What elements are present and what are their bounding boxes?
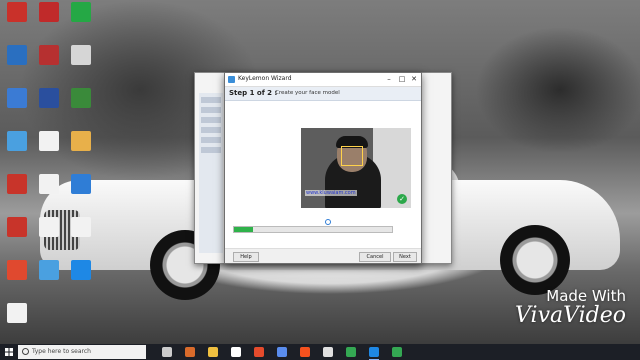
window-title: KeyLemon Wizard xyxy=(238,75,292,82)
desktop-icon[interactable] xyxy=(2,174,32,195)
taskbar-app-icon[interactable] xyxy=(185,347,195,357)
checkmark-icon: ✓ xyxy=(397,194,407,204)
desktop-icon[interactable] xyxy=(2,260,32,281)
desktop-app-icon xyxy=(71,2,91,22)
desktop-app-icon xyxy=(39,217,59,237)
desktop-app-icon xyxy=(71,131,91,151)
maximize-icon[interactable]: □ xyxy=(396,74,408,85)
step-instruction: Create your face model xyxy=(275,90,340,96)
taskbar-app-icon[interactable] xyxy=(323,347,333,357)
progress-row xyxy=(233,226,413,233)
desktop: KeyLemon Wizard – □ ✕ Step 1 of 2 : Crea… xyxy=(0,0,640,344)
help-button[interactable]: Help xyxy=(233,252,259,262)
desktop-app-icon xyxy=(7,131,27,151)
start-button[interactable] xyxy=(0,344,18,360)
desktop-icon[interactable] xyxy=(34,88,64,109)
desktop-app-icon xyxy=(39,2,59,22)
watermark-made-with: Made With xyxy=(546,287,626,305)
next-button[interactable]: Next xyxy=(393,252,417,262)
wallpaper-car-wheel xyxy=(500,225,570,295)
desktop-app-icon xyxy=(39,260,59,280)
desktop-app-icon xyxy=(71,174,91,194)
desktop-icon[interactable] xyxy=(34,2,64,23)
desktop-app-icon xyxy=(39,131,59,151)
minimize-icon[interactable]: – xyxy=(383,74,395,85)
windows-logo-icon xyxy=(5,348,13,356)
taskbar-app-icon[interactable] xyxy=(208,347,218,357)
search-input[interactable]: Type here to search xyxy=(18,345,146,359)
cancel-button[interactable]: Cancel xyxy=(359,252,391,262)
desktop-icon[interactable] xyxy=(34,174,64,195)
search-placeholder: Type here to search xyxy=(32,348,91,355)
desktop-app-icon xyxy=(7,174,27,194)
close-icon[interactable]: ✕ xyxy=(408,74,420,85)
taskbar-app-icon[interactable] xyxy=(162,347,172,357)
background-window-sidebar xyxy=(199,93,223,253)
title-bar: KeyLemon Wizard – □ ✕ xyxy=(225,73,421,87)
webcam-preview: www.kluwaiam.com ✓ xyxy=(301,128,411,208)
vivavideo-watermark: Made With VivaVideo xyxy=(515,288,626,328)
desktop-icon[interactable] xyxy=(2,88,32,109)
desktop-app-icon xyxy=(7,260,27,280)
desktop-icon[interactable] xyxy=(2,303,32,324)
taskbar-app-icon[interactable] xyxy=(346,347,356,357)
desktop-app-icon xyxy=(71,217,91,237)
desktop-icon[interactable] xyxy=(66,217,96,238)
taskbar-app-icon[interactable] xyxy=(254,347,264,357)
desktop-icon[interactable] xyxy=(34,260,64,281)
step-label: Step 1 of 2 : xyxy=(229,89,278,97)
watermark-brand: VivaVideo xyxy=(515,303,626,328)
taskbar: Type here to search xyxy=(0,344,640,360)
desktop-app-icon xyxy=(71,88,91,108)
taskbar-app-icon[interactable] xyxy=(277,347,287,357)
step-description xyxy=(255,104,415,118)
desktop-icon[interactable] xyxy=(66,45,96,66)
desktop-app-icon xyxy=(7,217,27,237)
desktop-icon[interactable] xyxy=(66,2,96,23)
desktop-app-icon xyxy=(39,45,59,65)
desktop-app-icon xyxy=(7,2,27,22)
desktop-icon[interactable] xyxy=(66,260,96,281)
taskbar-app-icon[interactable] xyxy=(369,347,379,360)
desktop-app-icon xyxy=(39,174,59,194)
desktop-icon[interactable] xyxy=(34,45,64,66)
loading-spinner-icon xyxy=(325,219,331,225)
keylemon-wizard-window: KeyLemon Wizard – □ ✕ Step 1 of 2 : Crea… xyxy=(224,72,422,264)
desktop-app-icon xyxy=(7,88,27,108)
desktop-icon[interactable] xyxy=(2,131,32,152)
desktop-icon[interactable] xyxy=(66,174,96,195)
progress-fill xyxy=(234,227,253,232)
desktop-app-icon xyxy=(71,45,91,65)
step-header: Step 1 of 2 : Create your face model xyxy=(225,87,421,101)
taskbar-app-icon[interactable] xyxy=(300,347,310,357)
face-detection-box xyxy=(341,146,363,166)
wizard-footer: Help Cancel Next xyxy=(225,248,421,263)
search-icon xyxy=(22,348,29,355)
desktop-icon[interactable] xyxy=(66,131,96,152)
desktop-icon[interactable] xyxy=(2,217,32,238)
desktop-icon[interactable] xyxy=(34,131,64,152)
desktop-app-icon xyxy=(7,303,27,323)
keylemon-app-icon xyxy=(228,76,235,83)
desktop-icon[interactable] xyxy=(2,45,32,66)
desktop-icon[interactable] xyxy=(66,88,96,109)
desktop-app-icon xyxy=(71,260,91,280)
progress-bar xyxy=(233,226,393,233)
desktop-icon[interactable] xyxy=(34,217,64,238)
desktop-icon[interactable] xyxy=(2,2,32,23)
webcam-caption: www.kluwaiam.com xyxy=(305,190,357,196)
taskbar-app-icon[interactable] xyxy=(231,347,241,357)
desktop-app-icon xyxy=(7,45,27,65)
taskbar-app-icon[interactable] xyxy=(392,347,402,357)
desktop-app-icon xyxy=(39,88,59,108)
